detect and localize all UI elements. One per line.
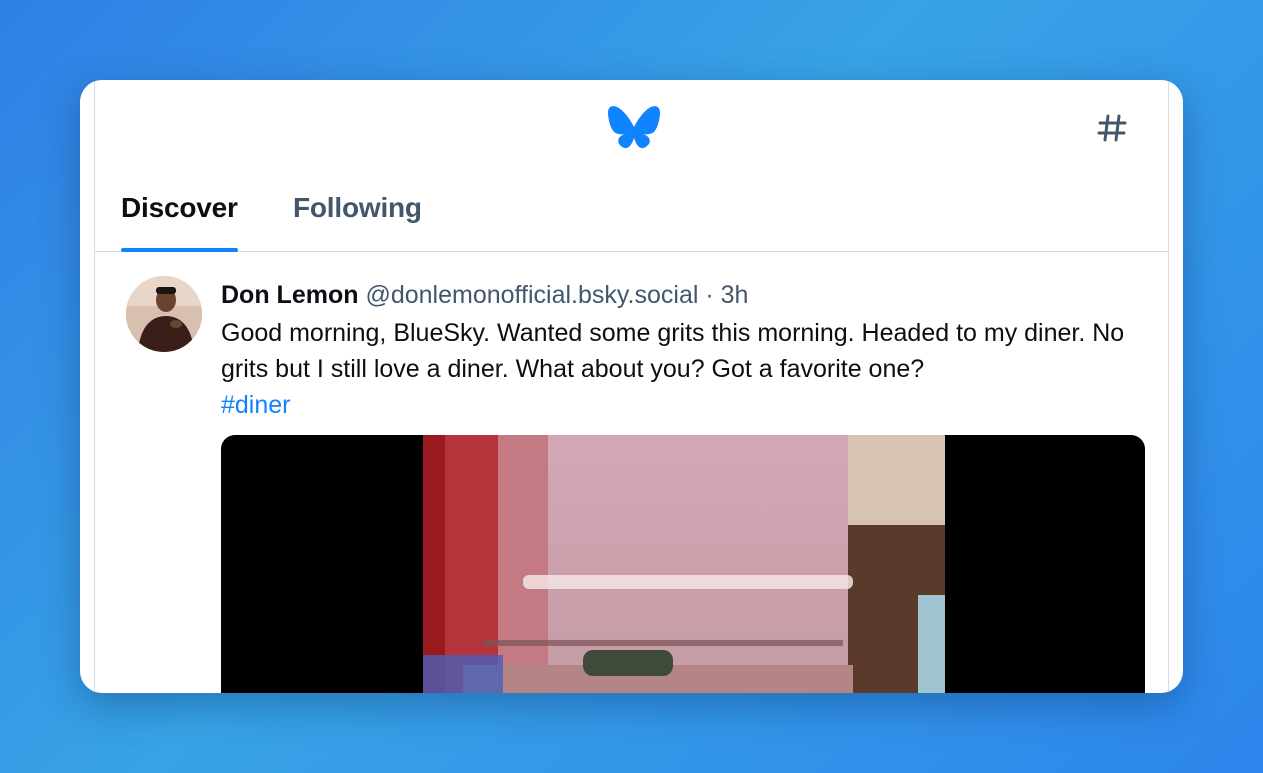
avatar[interactable]	[126, 276, 202, 352]
meta-separator: ·	[705, 281, 714, 309]
video-player[interactable]	[221, 435, 1145, 693]
author-name[interactable]: Don Lemon	[221, 281, 359, 309]
hashtag-link[interactable]: #diner	[221, 391, 291, 419]
post-timestamp[interactable]: 3h	[721, 281, 749, 309]
video-thumbnail	[423, 435, 945, 693]
post-text-block: Good morning, BlueSky. Wanted some grits…	[221, 315, 1161, 423]
hashtag-icon[interactable]	[1092, 108, 1132, 148]
butterfly-icon[interactable]	[607, 104, 661, 152]
post-header: Don Lemon @donlemonofficial.bsky.social …	[221, 277, 748, 313]
feed-column: Discover Following Don Lemon @donlemonof…	[94, 80, 1169, 693]
app-window: Discover Following Don Lemon @donlemonof…	[80, 80, 1183, 693]
top-bar	[95, 80, 1168, 180]
post-item[interactable]: Don Lemon @donlemonofficial.bsky.social …	[95, 253, 1168, 693]
post-text: Good morning, BlueSky. Wanted some grits…	[221, 319, 1125, 383]
author-handle[interactable]: @donlemonofficial.bsky.social	[365, 281, 698, 309]
feed-tabs: Discover Following	[95, 180, 1168, 252]
tab-discover[interactable]: Discover	[121, 180, 238, 252]
tab-following[interactable]: Following	[293, 180, 422, 252]
